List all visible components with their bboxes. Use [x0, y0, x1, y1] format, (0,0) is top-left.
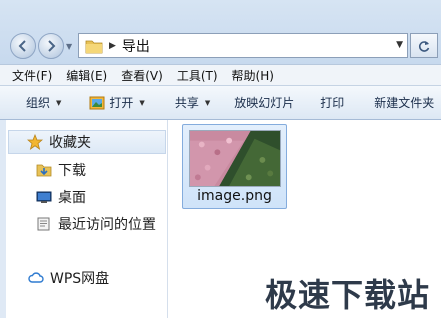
- slideshow-button[interactable]: 放映幻灯片: [234, 92, 294, 114]
- nav-wps-cloud[interactable]: WPS网盘: [28, 268, 109, 288]
- nav-desktop[interactable]: 桌面: [36, 187, 86, 207]
- organize-button[interactable]: 组织 ▼: [26, 92, 61, 114]
- desktop-icon: [36, 191, 52, 203]
- chevron-down-icon: ▼: [56, 98, 62, 107]
- folder-icon: [85, 40, 103, 53]
- nav-wps-label: WPS网盘: [50, 271, 110, 287]
- nav-recent-places[interactable]: 最近访问的位置: [36, 214, 156, 234]
- back-button[interactable]: [10, 33, 36, 59]
- open-button[interactable]: 打开 ▼: [89, 92, 145, 114]
- refresh-button[interactable]: [410, 33, 438, 58]
- nav-favorites-label: 收藏夹: [49, 135, 91, 151]
- pane-edge: [0, 120, 6, 318]
- forward-arrow-icon: [48, 40, 56, 52]
- command-bar: 组织 ▼ 打开 ▼ 共享 ▼ 放映幻灯片 打印 新建文件夹: [0, 86, 441, 120]
- nav-downloads-label: 下载: [58, 163, 86, 179]
- watermark-text: 极速下载站: [265, 276, 431, 314]
- menu-bar: 文件(F) 编辑(E) 查看(V) 工具(T) 帮助(H): [0, 64, 441, 86]
- open-label: 打开: [109, 96, 134, 110]
- address-bar[interactable]: ▶ 导出 ▼: [78, 33, 408, 58]
- file-thumbnail: [189, 130, 281, 187]
- breadcrumb-current[interactable]: 导出: [122, 36, 150, 56]
- star-icon: [27, 134, 43, 150]
- image-viewer-icon: [89, 96, 105, 109]
- slideshow-label: 放映幻灯片: [234, 96, 295, 110]
- address-dropdown-button[interactable]: ▼: [396, 40, 403, 50]
- chevron-down-icon: ▼: [139, 98, 145, 107]
- nav-favorites[interactable]: 收藏夹: [8, 130, 166, 154]
- nav-downloads[interactable]: 下载: [36, 160, 86, 180]
- print-button[interactable]: 打印: [320, 92, 344, 114]
- cloud-icon: [28, 272, 44, 283]
- refresh-icon: [418, 40, 430, 52]
- address-toolbar: ▼ ▶ 导出 ▼: [0, 0, 441, 64]
- nav-recent-label: 最近访问的位置: [58, 217, 156, 233]
- file-item[interactable]: image.png: [182, 124, 287, 209]
- recent-places-icon: [37, 217, 50, 231]
- menu-tools[interactable]: 工具(T): [177, 67, 218, 84]
- breadcrumb-separator[interactable]: ▶: [109, 41, 116, 51]
- new-folder-label: 新建文件夹: [374, 96, 435, 110]
- menu-help[interactable]: 帮助(H): [232, 67, 274, 84]
- menu-view[interactable]: 查看(V): [121, 67, 163, 84]
- recent-pages-dropdown[interactable]: ▼: [66, 42, 72, 51]
- chevron-down-icon: ▼: [204, 98, 211, 107]
- organize-label: 组织: [26, 96, 51, 110]
- new-folder-button[interactable]: 新建文件夹: [374, 92, 434, 114]
- print-label: 打印: [320, 96, 345, 110]
- share-button[interactable]: 共享 ▼: [175, 92, 210, 114]
- forward-button[interactable]: [38, 33, 64, 59]
- file-name: image.png: [197, 188, 272, 204]
- share-label: 共享: [174, 96, 199, 110]
- menu-file[interactable]: 文件(F): [12, 67, 52, 84]
- back-arrow-icon: [18, 40, 26, 52]
- download-folder-icon: [36, 164, 52, 177]
- menu-edit[interactable]: 编辑(E): [66, 67, 107, 84]
- nav-desktop-label: 桌面: [58, 190, 86, 206]
